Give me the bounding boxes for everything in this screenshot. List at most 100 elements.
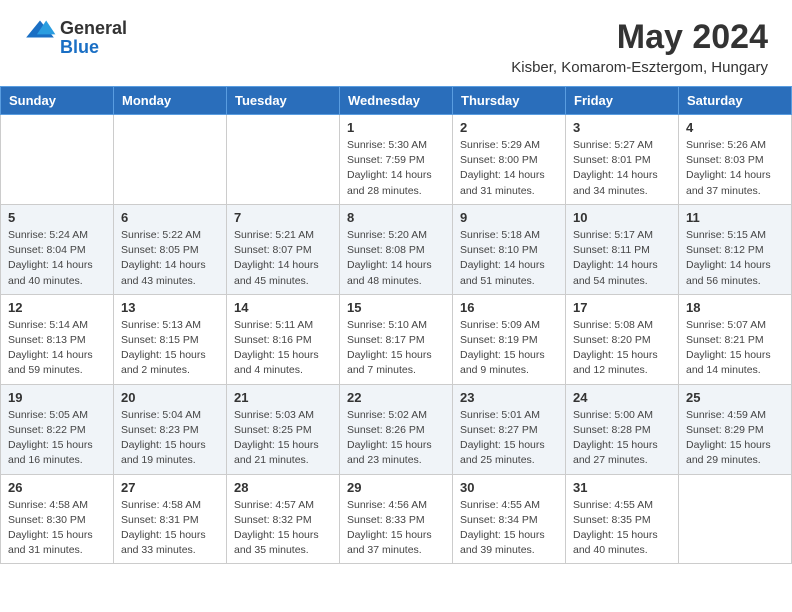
day-number: 24	[573, 390, 671, 405]
day-number: 8	[347, 210, 445, 225]
calendar-header-row: Sunday Monday Tuesday Wednesday Thursday…	[1, 87, 792, 115]
table-row: 12 Sunrise: 5:14 AMSunset: 8:13 PMDaylig…	[1, 294, 114, 384]
table-row: 26 Sunrise: 4:58 AMSunset: 8:30 PMDaylig…	[1, 474, 114, 564]
table-row: 14 Sunrise: 5:11 AMSunset: 8:16 PMDaylig…	[227, 294, 340, 384]
day-number: 17	[573, 300, 671, 315]
day-info: Sunrise: 5:03 AMSunset: 8:25 PMDaylight:…	[234, 408, 332, 469]
col-wednesday: Wednesday	[340, 87, 453, 115]
table-row: 10 Sunrise: 5:17 AMSunset: 8:11 PMDaylig…	[566, 204, 679, 294]
table-row: 16 Sunrise: 5:09 AMSunset: 8:19 PMDaylig…	[453, 294, 566, 384]
day-number: 10	[573, 210, 671, 225]
day-number: 3	[573, 120, 671, 135]
calendar-week-row: 19 Sunrise: 5:05 AMSunset: 8:22 PMDaylig…	[1, 384, 792, 474]
calendar-week-row: 5 Sunrise: 5:24 AMSunset: 8:04 PMDayligh…	[1, 204, 792, 294]
day-info: Sunrise: 5:24 AMSunset: 8:04 PMDaylight:…	[8, 228, 106, 289]
calendar-week-row: 1 Sunrise: 5:30 AMSunset: 7:59 PMDayligh…	[1, 115, 792, 205]
day-number: 14	[234, 300, 332, 315]
day-info: Sunrise: 4:57 AMSunset: 8:32 PMDaylight:…	[234, 498, 332, 559]
day-info: Sunrise: 4:58 AMSunset: 8:31 PMDaylight:…	[121, 498, 219, 559]
table-row: 28 Sunrise: 4:57 AMSunset: 8:32 PMDaylig…	[227, 474, 340, 564]
day-info: Sunrise: 5:29 AMSunset: 8:00 PMDaylight:…	[460, 138, 558, 199]
table-row: 9 Sunrise: 5:18 AMSunset: 8:10 PMDayligh…	[453, 204, 566, 294]
day-number: 20	[121, 390, 219, 405]
day-info: Sunrise: 5:01 AMSunset: 8:27 PMDaylight:…	[460, 408, 558, 469]
day-info: Sunrise: 5:11 AMSunset: 8:16 PMDaylight:…	[234, 318, 332, 379]
day-info: Sunrise: 5:13 AMSunset: 8:15 PMDaylight:…	[121, 318, 219, 379]
table-row: 21 Sunrise: 5:03 AMSunset: 8:25 PMDaylig…	[227, 384, 340, 474]
table-row	[679, 474, 792, 564]
day-info: Sunrise: 5:08 AMSunset: 8:20 PMDaylight:…	[573, 318, 671, 379]
day-info: Sunrise: 5:30 AMSunset: 7:59 PMDaylight:…	[347, 138, 445, 199]
day-number: 13	[121, 300, 219, 315]
day-info: Sunrise: 5:18 AMSunset: 8:10 PMDaylight:…	[460, 228, 558, 289]
day-number: 9	[460, 210, 558, 225]
day-info: Sunrise: 5:14 AMSunset: 8:13 PMDaylight:…	[8, 318, 106, 379]
logo: General Blue	[24, 18, 127, 58]
day-number: 2	[460, 120, 558, 135]
col-friday: Friday	[566, 87, 679, 115]
day-info: Sunrise: 5:04 AMSunset: 8:23 PMDaylight:…	[121, 408, 219, 469]
day-number: 30	[460, 480, 558, 495]
day-number: 12	[8, 300, 106, 315]
day-info: Sunrise: 5:27 AMSunset: 8:01 PMDaylight:…	[573, 138, 671, 199]
day-info: Sunrise: 5:17 AMSunset: 8:11 PMDaylight:…	[573, 228, 671, 289]
logo-general: General	[60, 18, 127, 39]
logo-blue: Blue	[60, 37, 99, 58]
table-row	[114, 115, 227, 205]
day-info: Sunrise: 5:02 AMSunset: 8:26 PMDaylight:…	[347, 408, 445, 469]
table-row: 22 Sunrise: 5:02 AMSunset: 8:26 PMDaylig…	[340, 384, 453, 474]
table-row: 23 Sunrise: 5:01 AMSunset: 8:27 PMDaylig…	[453, 384, 566, 474]
day-info: Sunrise: 5:26 AMSunset: 8:03 PMDaylight:…	[686, 138, 784, 199]
day-info: Sunrise: 5:00 AMSunset: 8:28 PMDaylight:…	[573, 408, 671, 469]
day-number: 5	[8, 210, 106, 225]
table-row: 2 Sunrise: 5:29 AMSunset: 8:00 PMDayligh…	[453, 115, 566, 205]
calendar-week-row: 26 Sunrise: 4:58 AMSunset: 8:30 PMDaylig…	[1, 474, 792, 564]
title-block: May 2024 Kisber, Komarom-Esztergom, Hung…	[511, 18, 768, 76]
table-row	[1, 115, 114, 205]
table-row: 11 Sunrise: 5:15 AMSunset: 8:12 PMDaylig…	[679, 204, 792, 294]
day-number: 19	[8, 390, 106, 405]
page-header: General Blue May 2024 Kisber, Komarom-Es…	[0, 0, 792, 86]
day-number: 29	[347, 480, 445, 495]
day-info: Sunrise: 5:21 AMSunset: 8:07 PMDaylight:…	[234, 228, 332, 289]
table-row: 29 Sunrise: 4:56 AMSunset: 8:33 PMDaylig…	[340, 474, 453, 564]
day-number: 11	[686, 210, 784, 225]
day-number: 27	[121, 480, 219, 495]
day-info: Sunrise: 4:58 AMSunset: 8:30 PMDaylight:…	[8, 498, 106, 559]
calendar-table: Sunday Monday Tuesday Wednesday Thursday…	[0, 86, 792, 564]
day-info: Sunrise: 5:10 AMSunset: 8:17 PMDaylight:…	[347, 318, 445, 379]
day-number: 28	[234, 480, 332, 495]
day-info: Sunrise: 4:56 AMSunset: 8:33 PMDaylight:…	[347, 498, 445, 559]
logo-icon	[24, 19, 56, 39]
day-number: 25	[686, 390, 784, 405]
col-monday: Monday	[114, 87, 227, 115]
table-row: 6 Sunrise: 5:22 AMSunset: 8:05 PMDayligh…	[114, 204, 227, 294]
day-info: Sunrise: 4:55 AMSunset: 8:34 PMDaylight:…	[460, 498, 558, 559]
col-tuesday: Tuesday	[227, 87, 340, 115]
table-row: 30 Sunrise: 4:55 AMSunset: 8:34 PMDaylig…	[453, 474, 566, 564]
month-year-title: May 2024	[511, 18, 768, 57]
day-info: Sunrise: 5:22 AMSunset: 8:05 PMDaylight:…	[121, 228, 219, 289]
table-row: 24 Sunrise: 5:00 AMSunset: 8:28 PMDaylig…	[566, 384, 679, 474]
day-number: 1	[347, 120, 445, 135]
day-number: 4	[686, 120, 784, 135]
table-row: 4 Sunrise: 5:26 AMSunset: 8:03 PMDayligh…	[679, 115, 792, 205]
col-saturday: Saturday	[679, 87, 792, 115]
table-row: 25 Sunrise: 4:59 AMSunset: 8:29 PMDaylig…	[679, 384, 792, 474]
day-info: Sunrise: 5:20 AMSunset: 8:08 PMDaylight:…	[347, 228, 445, 289]
day-number: 7	[234, 210, 332, 225]
day-info: Sunrise: 5:05 AMSunset: 8:22 PMDaylight:…	[8, 408, 106, 469]
table-row: 3 Sunrise: 5:27 AMSunset: 8:01 PMDayligh…	[566, 115, 679, 205]
table-row: 31 Sunrise: 4:55 AMSunset: 8:35 PMDaylig…	[566, 474, 679, 564]
day-number: 23	[460, 390, 558, 405]
day-info: Sunrise: 5:15 AMSunset: 8:12 PMDaylight:…	[686, 228, 784, 289]
day-number: 22	[347, 390, 445, 405]
col-sunday: Sunday	[1, 87, 114, 115]
day-info: Sunrise: 5:07 AMSunset: 8:21 PMDaylight:…	[686, 318, 784, 379]
day-number: 16	[460, 300, 558, 315]
table-row: 8 Sunrise: 5:20 AMSunset: 8:08 PMDayligh…	[340, 204, 453, 294]
col-thursday: Thursday	[453, 87, 566, 115]
calendar-week-row: 12 Sunrise: 5:14 AMSunset: 8:13 PMDaylig…	[1, 294, 792, 384]
table-row: 1 Sunrise: 5:30 AMSunset: 7:59 PMDayligh…	[340, 115, 453, 205]
table-row	[227, 115, 340, 205]
